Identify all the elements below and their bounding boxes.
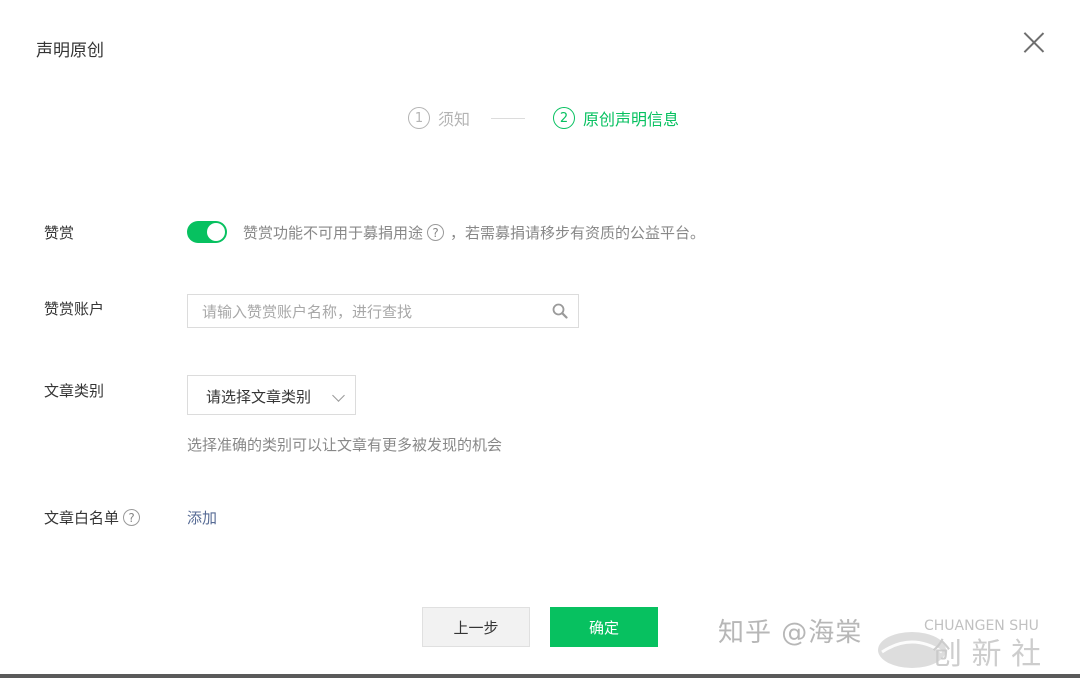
whitelist-label-group: 文章白名单 ? [44, 507, 141, 528]
reward-toggle[interactable] [187, 221, 227, 243]
reward-tip: 赞赏功能不可用于募捐用途 ? ，若需募捐请移步有资质的公益平台。 [243, 222, 705, 243]
svg-text:创 新 社: 创 新 社 [932, 637, 1041, 672]
step-1-number: 1 [408, 107, 430, 129]
reward-label: 赞赏 [44, 224, 75, 242]
step-2-label: 原创声明信息 [583, 110, 680, 129]
watermark-logo: CHUANGEN SHU 创 新 社 [878, 618, 1041, 672]
category-hint: 选择准确的类别可以让文章有更多被发现的机会 [187, 436, 503, 454]
category-label: 文章类别 [44, 382, 105, 400]
step-1: 1 须知 [408, 106, 470, 130]
reward-tip-text: 赞赏功能不可用于募捐用途 [243, 224, 424, 242]
dialog-title: 声明原创 [36, 41, 104, 61]
watermark-text: 知乎 @海棠 [718, 618, 863, 648]
close-icon[interactable] [1020, 28, 1048, 56]
category-select[interactable]: 请选择文章类别 [187, 375, 356, 415]
window-bottom-edge [0, 674, 1080, 678]
whitelist-label: 文章白名单 [44, 509, 120, 527]
category-selected: 请选择文章类别 [206, 388, 312, 406]
help-icon[interactable]: ? [123, 509, 141, 526]
step-1-label: 须知 [438, 110, 471, 129]
reward-account-label: 赞赏账户 [44, 300, 105, 318]
toggle-knob [207, 223, 225, 241]
declare-original-dialog: 声明原创 1 须知 2 原创声明信息 赞赏 赞赏功能不可用于募捐用途 ? ，若需… [0, 0, 1080, 674]
reward-tip-text-2: ，若需募捐请移步有资质的公益平台。 [450, 224, 706, 242]
chevron-down-icon [332, 389, 345, 402]
step-divider [491, 118, 525, 119]
add-whitelist-link[interactable]: 添加 [187, 507, 217, 528]
step-2: 2 原创声明信息 [553, 106, 679, 130]
help-icon[interactable]: ? [427, 224, 445, 241]
step-2-number: 2 [553, 107, 575, 129]
confirm-button[interactable]: 确定 [550, 607, 658, 647]
step-indicator: 1 须知 2 原创声明信息 [0, 106, 1080, 132]
prev-step-button[interactable]: 上一步 [422, 607, 530, 647]
reward-account-search [187, 294, 579, 329]
watermark-brand: CHUANGEN SHU [924, 618, 1039, 634]
reward-account-input[interactable] [200, 295, 544, 329]
search-icon[interactable] [552, 303, 568, 319]
